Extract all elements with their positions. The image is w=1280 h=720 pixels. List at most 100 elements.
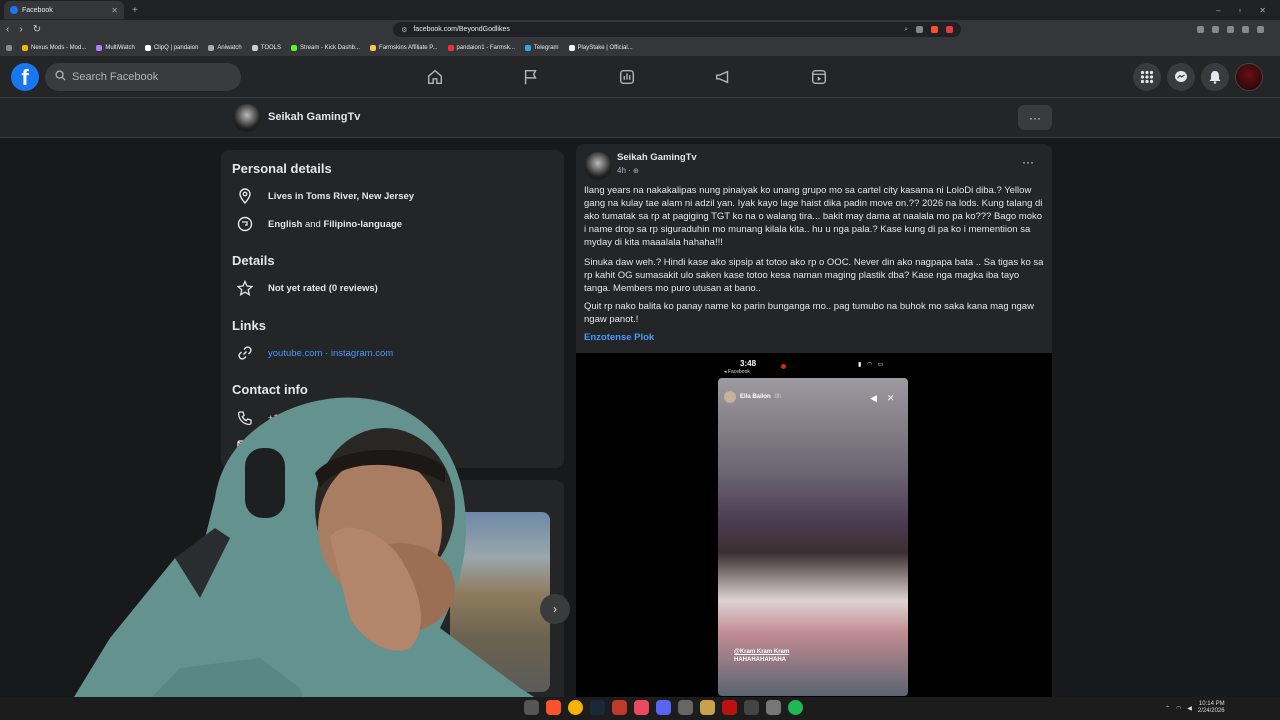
maximize-icon[interactable]: ▫ bbox=[1238, 6, 1241, 15]
post-author-avatar[interactable] bbox=[584, 152, 612, 180]
taskbar-app-icon[interactable] bbox=[634, 700, 649, 715]
extension-icon[interactable] bbox=[1227, 26, 1234, 33]
links-heading: Links bbox=[232, 318, 266, 333]
wifi-icon[interactable]: ◠ bbox=[1176, 705, 1181, 712]
photo-thumbnail[interactable] bbox=[450, 512, 550, 692]
pages-flag-icon[interactable] bbox=[516, 62, 546, 92]
post-paragraph: Sinuka daw weh.? Hindi kase ako sipsip a… bbox=[584, 257, 1044, 294]
back-icon[interactable]: ‹ bbox=[6, 24, 9, 35]
extension-icon[interactable] bbox=[1212, 26, 1219, 33]
address-bar[interactable]: ⚙ facebook.com/BeyondGodlikes ⌕ bbox=[393, 22, 962, 37]
account-avatar[interactable] bbox=[1235, 63, 1263, 91]
notifications-bell-icon[interactable] bbox=[1201, 63, 1229, 91]
tagged-user-link[interactable]: Enzotense Plok bbox=[584, 332, 654, 343]
taskbar-app-icon[interactable] bbox=[678, 700, 693, 715]
steam-icon[interactable] bbox=[590, 700, 605, 715]
bookmark-item[interactable]: Nexus Mods - Mod... bbox=[22, 44, 86, 51]
bookmark-item[interactable]: Aniwatch bbox=[208, 44, 242, 51]
browser-tab-bar: Facebook ✕ + – ▫ ✕ bbox=[0, 0, 1280, 20]
instagram-link[interactable]: instagram.com bbox=[331, 348, 393, 359]
extension-icon[interactable] bbox=[1242, 26, 1249, 33]
share-icon[interactable] bbox=[916, 25, 924, 33]
header-actions bbox=[1133, 63, 1263, 91]
chrome-icon[interactable] bbox=[568, 700, 583, 715]
taskbar-apps bbox=[524, 700, 803, 715]
bookmark-item[interactable]: PlayStake | Official... bbox=[568, 44, 633, 51]
browser-tab[interactable]: Facebook ✕ bbox=[4, 1, 124, 19]
privacy-globe-icon: ⊕ bbox=[633, 168, 639, 175]
ads-megaphone-icon[interactable] bbox=[708, 62, 738, 92]
details-heading: Details bbox=[232, 253, 275, 268]
close-window-icon[interactable]: ✕ bbox=[1259, 6, 1266, 15]
taskbar-clock[interactable]: 10:14 PM 2/24/2026 bbox=[1198, 701, 1225, 715]
bookmark-item[interactable]: ClipQ | pandaion bbox=[144, 44, 198, 51]
zoom-icon[interactable]: ⌕ bbox=[904, 26, 908, 34]
close-tab-icon[interactable]: ✕ bbox=[111, 6, 118, 15]
brave-shield-icon[interactable] bbox=[931, 25, 939, 33]
taskbar-app-icon[interactable] bbox=[722, 700, 737, 715]
brave-browser-icon[interactable] bbox=[546, 700, 561, 715]
window-controls: – ▫ ✕ bbox=[1216, 6, 1280, 15]
post-timestamp[interactable]: 4h · ⊕ bbox=[617, 166, 639, 175]
search-icon bbox=[55, 70, 66, 84]
rating-row: Not yet rated (0 reviews) bbox=[236, 279, 378, 297]
youtube-link[interactable]: youtube.com bbox=[268, 348, 322, 359]
taskbar-app-icon[interactable] bbox=[700, 700, 715, 715]
next-photo-chevron-icon[interactable]: › bbox=[540, 594, 570, 624]
forward-icon[interactable]: › bbox=[19, 24, 22, 35]
phone-status-icons: ▮ ◠ ▭ bbox=[858, 362, 886, 368]
phone-clock: 3:48 bbox=[740, 359, 757, 368]
profile-more-button[interactable]: ··· bbox=[1018, 105, 1052, 130]
bookmark-folder[interactable]: TOOLS bbox=[251, 44, 281, 51]
languages-row: English and Filipino-language bbox=[236, 215, 402, 233]
recording-dot-icon bbox=[781, 364, 786, 369]
star-icon bbox=[236, 279, 254, 297]
bookmark-item[interactable]: Stream - Kick Dashb... bbox=[291, 44, 360, 51]
phone-text[interactable]: +1 5 bbox=[268, 413, 287, 424]
facebook-logo-icon[interactable]: f bbox=[11, 63, 39, 91]
post-options-button[interactable]: ··· bbox=[1022, 155, 1034, 169]
bookmark-item[interactable]: Telegram bbox=[524, 44, 559, 51]
bookmark-item[interactable]: pandaion1 - Farmsk... bbox=[447, 44, 515, 51]
messenger-icon[interactable] bbox=[1167, 63, 1195, 91]
profile-name[interactable]: Seikah GamingTv bbox=[268, 111, 360, 123]
site-info-icon[interactable]: ⚙ bbox=[401, 26, 407, 34]
search-input[interactable]: Search Facebook bbox=[45, 63, 241, 91]
taskbar-app-icon[interactable] bbox=[766, 700, 781, 715]
phone-icon bbox=[236, 409, 254, 427]
post-author-name[interactable]: Seikah GamingTv bbox=[617, 152, 697, 163]
brave-rewards-icon[interactable] bbox=[946, 25, 954, 33]
links-row: youtube.com · instagram.com bbox=[236, 344, 393, 362]
profile-avatar[interactable] bbox=[233, 104, 261, 132]
taskbar-app-icon[interactable] bbox=[612, 700, 627, 715]
system-tray: ⌃ ◠ ◀ 10:14 PM 2/24/2026 bbox=[1165, 701, 1225, 715]
menu-icon[interactable] bbox=[1257, 26, 1264, 33]
taskbar-app-icon[interactable] bbox=[524, 700, 539, 715]
bookmark-item[interactable]: Farmskins Affiliate P... bbox=[370, 44, 438, 51]
address-toolbar: ‹ › ↻ ⚙ facebook.com/BeyondGodlikes ⌕ bbox=[0, 20, 1280, 39]
discord-icon[interactable] bbox=[656, 700, 671, 715]
menu-grid-icon[interactable] bbox=[1133, 63, 1161, 91]
search-placeholder: Search Facebook bbox=[72, 71, 159, 83]
contact-info-heading: Contact info bbox=[232, 382, 308, 397]
volume-icon[interactable]: ◀ bbox=[1187, 705, 1192, 712]
insights-icon[interactable] bbox=[612, 62, 642, 92]
new-tab-button[interactable]: + bbox=[132, 5, 138, 16]
minimize-icon[interactable]: – bbox=[1216, 6, 1220, 15]
reload-icon[interactable]: ↻ bbox=[33, 24, 41, 35]
tab-title: Facebook bbox=[22, 6, 53, 14]
location-pin-icon bbox=[236, 187, 254, 205]
home-icon[interactable] bbox=[420, 62, 450, 92]
spotify-icon[interactable] bbox=[788, 700, 803, 715]
reels-icon[interactable] bbox=[804, 62, 834, 92]
extension-icon[interactable] bbox=[1197, 26, 1204, 33]
link-separator: · bbox=[322, 347, 331, 359]
taskbar-app-icon[interactable] bbox=[744, 700, 759, 715]
speech-bubble-icon bbox=[236, 215, 254, 233]
bookmarks-bar: Nexus Mods - Mod... MultiWatch ClipQ | p… bbox=[0, 39, 1280, 56]
apps-icon[interactable] bbox=[6, 44, 12, 51]
tray-chevron-icon[interactable]: ⌃ bbox=[1165, 705, 1170, 712]
story-avatar bbox=[724, 391, 736, 403]
bookmark-item[interactable]: MultiWatch bbox=[96, 44, 135, 51]
mail-icon bbox=[236, 437, 254, 455]
